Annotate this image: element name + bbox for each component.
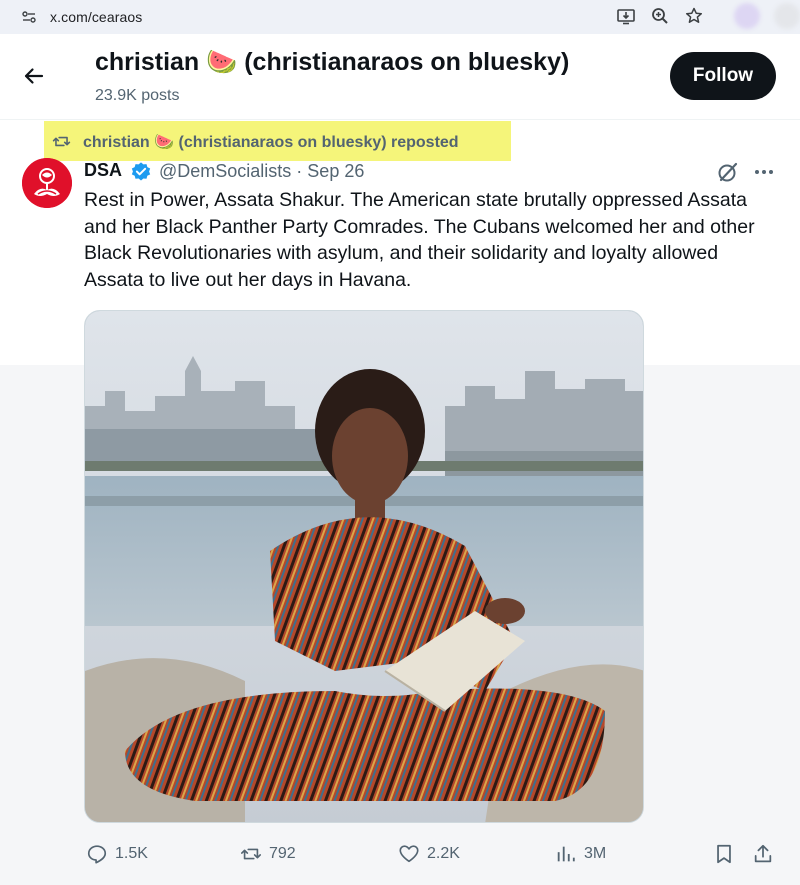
author-name[interactable]: DSA — [84, 160, 122, 181]
repost-action-icon — [241, 848, 261, 860]
more-options-icon[interactable] — [752, 160, 776, 184]
dsa-avatar[interactable] — [22, 158, 72, 208]
bookmark-star-icon[interactable] — [684, 6, 704, 26]
repost-label[interactable]: christian 🍉 (christianaraos on bluesky) … — [83, 132, 459, 152]
share-button[interactable] — [752, 842, 781, 866]
address-bar[interactable]: x.com/cearaos — [6, 2, 719, 32]
bookmark-button[interactable] — [713, 842, 742, 866]
back-arrow-icon[interactable] — [22, 64, 46, 88]
views-button[interactable]: 3M — [555, 842, 606, 866]
reply-icon — [87, 845, 107, 864]
heart-icon — [399, 845, 419, 863]
browser-toolbar: x.com/cearaos — [0, 0, 800, 34]
photo-image — [85, 311, 643, 822]
reply-button[interactable]: 1.5K — [86, 842, 148, 866]
grok-icon[interactable] — [716, 160, 740, 184]
analytics-icon — [557, 846, 575, 862]
repost-count: 792 — [269, 845, 296, 862]
url-text: x.com/cearaos — [50, 9, 143, 25]
tweet-photo[interactable] — [84, 310, 644, 823]
dsa-rose-logo-icon — [22, 158, 72, 208]
like-button[interactable]: 2.2K — [398, 842, 460, 866]
like-count: 2.2K — [427, 845, 460, 862]
extension-icon[interactable] — [734, 3, 760, 29]
follow-button[interactable]: Follow — [670, 52, 776, 100]
reply-count: 1.5K — [115, 845, 148, 862]
share-icon — [754, 844, 772, 863]
install-app-icon[interactable] — [616, 6, 636, 26]
zoom-icon[interactable] — [650, 6, 670, 26]
bookmark-icon — [717, 844, 731, 864]
site-settings-icon[interactable] — [22, 11, 36, 23]
verified-badge-icon — [131, 162, 151, 181]
profile-name: christian 🍉 (christianaraos on bluesky) — [95, 48, 570, 76]
tweet-text: Rest in Power, Assata Shakur. The Americ… — [84, 189, 755, 291]
handle-and-date[interactable]: @DemSocialists · Sep 26 — [159, 161, 364, 182]
post-count: 23.9K posts — [95, 87, 180, 104]
repost-button[interactable]: 792 — [240, 842, 296, 866]
view-count: 3M — [584, 845, 607, 862]
repost-icon — [52, 136, 71, 147]
header-divider — [0, 119, 800, 120]
profile-icon[interactable] — [774, 3, 800, 29]
